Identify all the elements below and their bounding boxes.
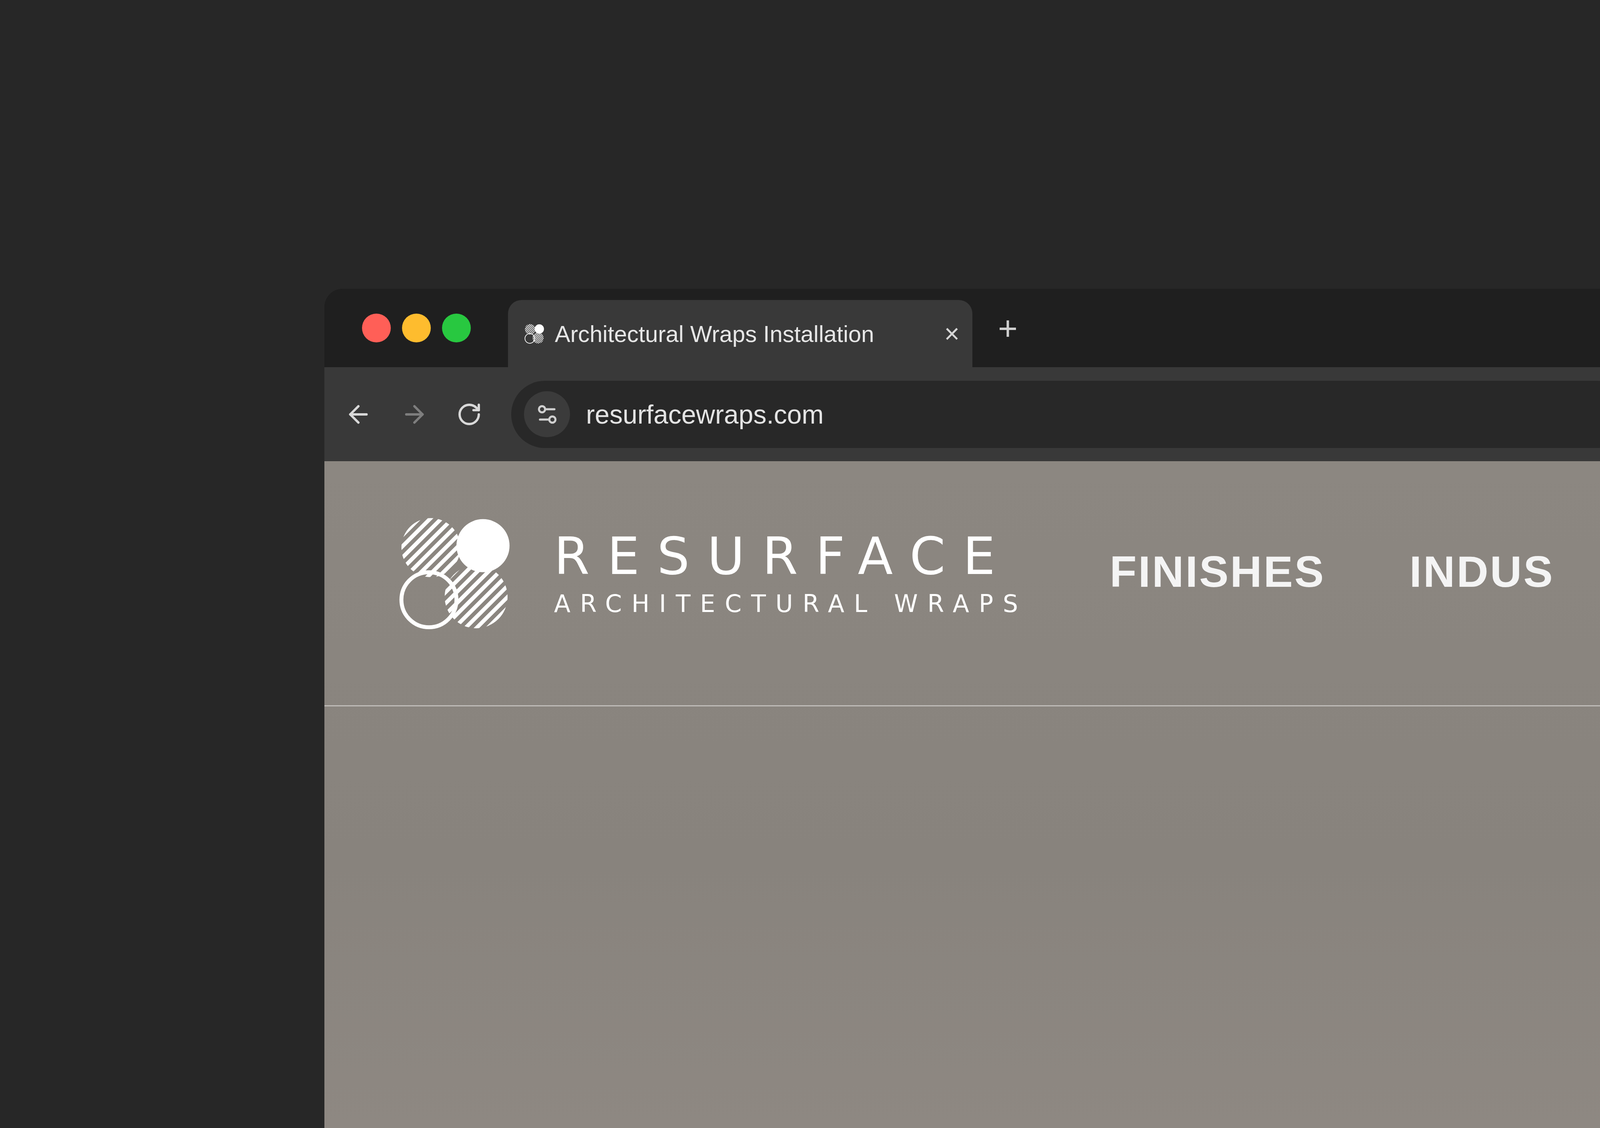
site-settings-button[interactable] — [524, 391, 570, 438]
brand-name: RESURFACE — [554, 529, 1028, 584]
reload-button[interactable] — [456, 392, 482, 437]
desktop: Architectural Wraps Installation × + resurf… — [0, 0, 1600, 1128]
reload-icon — [456, 401, 482, 428]
close-window-button[interactable] — [362, 313, 391, 343]
browser-tab[interactable]: Architectural Wraps Installation × — [508, 300, 973, 368]
address-bar[interactable]: resurfacewraps.com — [511, 380, 1600, 448]
back-arrow-icon — [344, 400, 373, 429]
tab-title: Architectural Wraps Installation — [554, 320, 932, 348]
brand[interactable]: RESURFACE ARCHITECTURAL WRAPS — [396, 515, 1028, 632]
forward-button[interactable] — [400, 392, 429, 437]
nav-link[interactable]: INDUS — [1409, 546, 1555, 597]
resurface-logo-icon — [396, 515, 512, 632]
new-tab-button[interactable]: + — [998, 311, 1018, 345]
maximize-window-button[interactable] — [442, 313, 471, 343]
back-button[interactable] — [344, 392, 373, 437]
toolbar: resurfacewraps.com — [324, 367, 1600, 462]
tab-bar: Architectural Wraps Installation × + — [324, 288, 1600, 368]
site-nav: FINISHES INDUS — [1109, 546, 1555, 597]
site-settings-icon — [534, 402, 560, 427]
page-content: RESURFACE ARCHITECTURAL WRAPS FINISHES INDU… — [324, 461, 1600, 1128]
nav-link[interactable]: FINISHES — [1109, 546, 1326, 597]
forward-arrow-icon — [400, 400, 429, 429]
brand-text: RESURFACE ARCHITECTURAL WRAPS — [554, 529, 1028, 617]
url-text: resurfacewraps.com — [586, 399, 824, 430]
minimize-window-button[interactable] — [402, 313, 431, 343]
tab-close-button[interactable]: × — [941, 320, 962, 347]
brand-tagline: ARCHITECTURAL WRAPS — [554, 590, 1028, 617]
window-controls — [362, 313, 471, 343]
favicon-icon — [524, 323, 545, 344]
site-header: RESURFACE ARCHITECTURAL WRAPS FINISHES INDU… — [324, 461, 1600, 707]
browser-window: Architectural Wraps Installation × + resurf… — [324, 288, 1600, 1128]
